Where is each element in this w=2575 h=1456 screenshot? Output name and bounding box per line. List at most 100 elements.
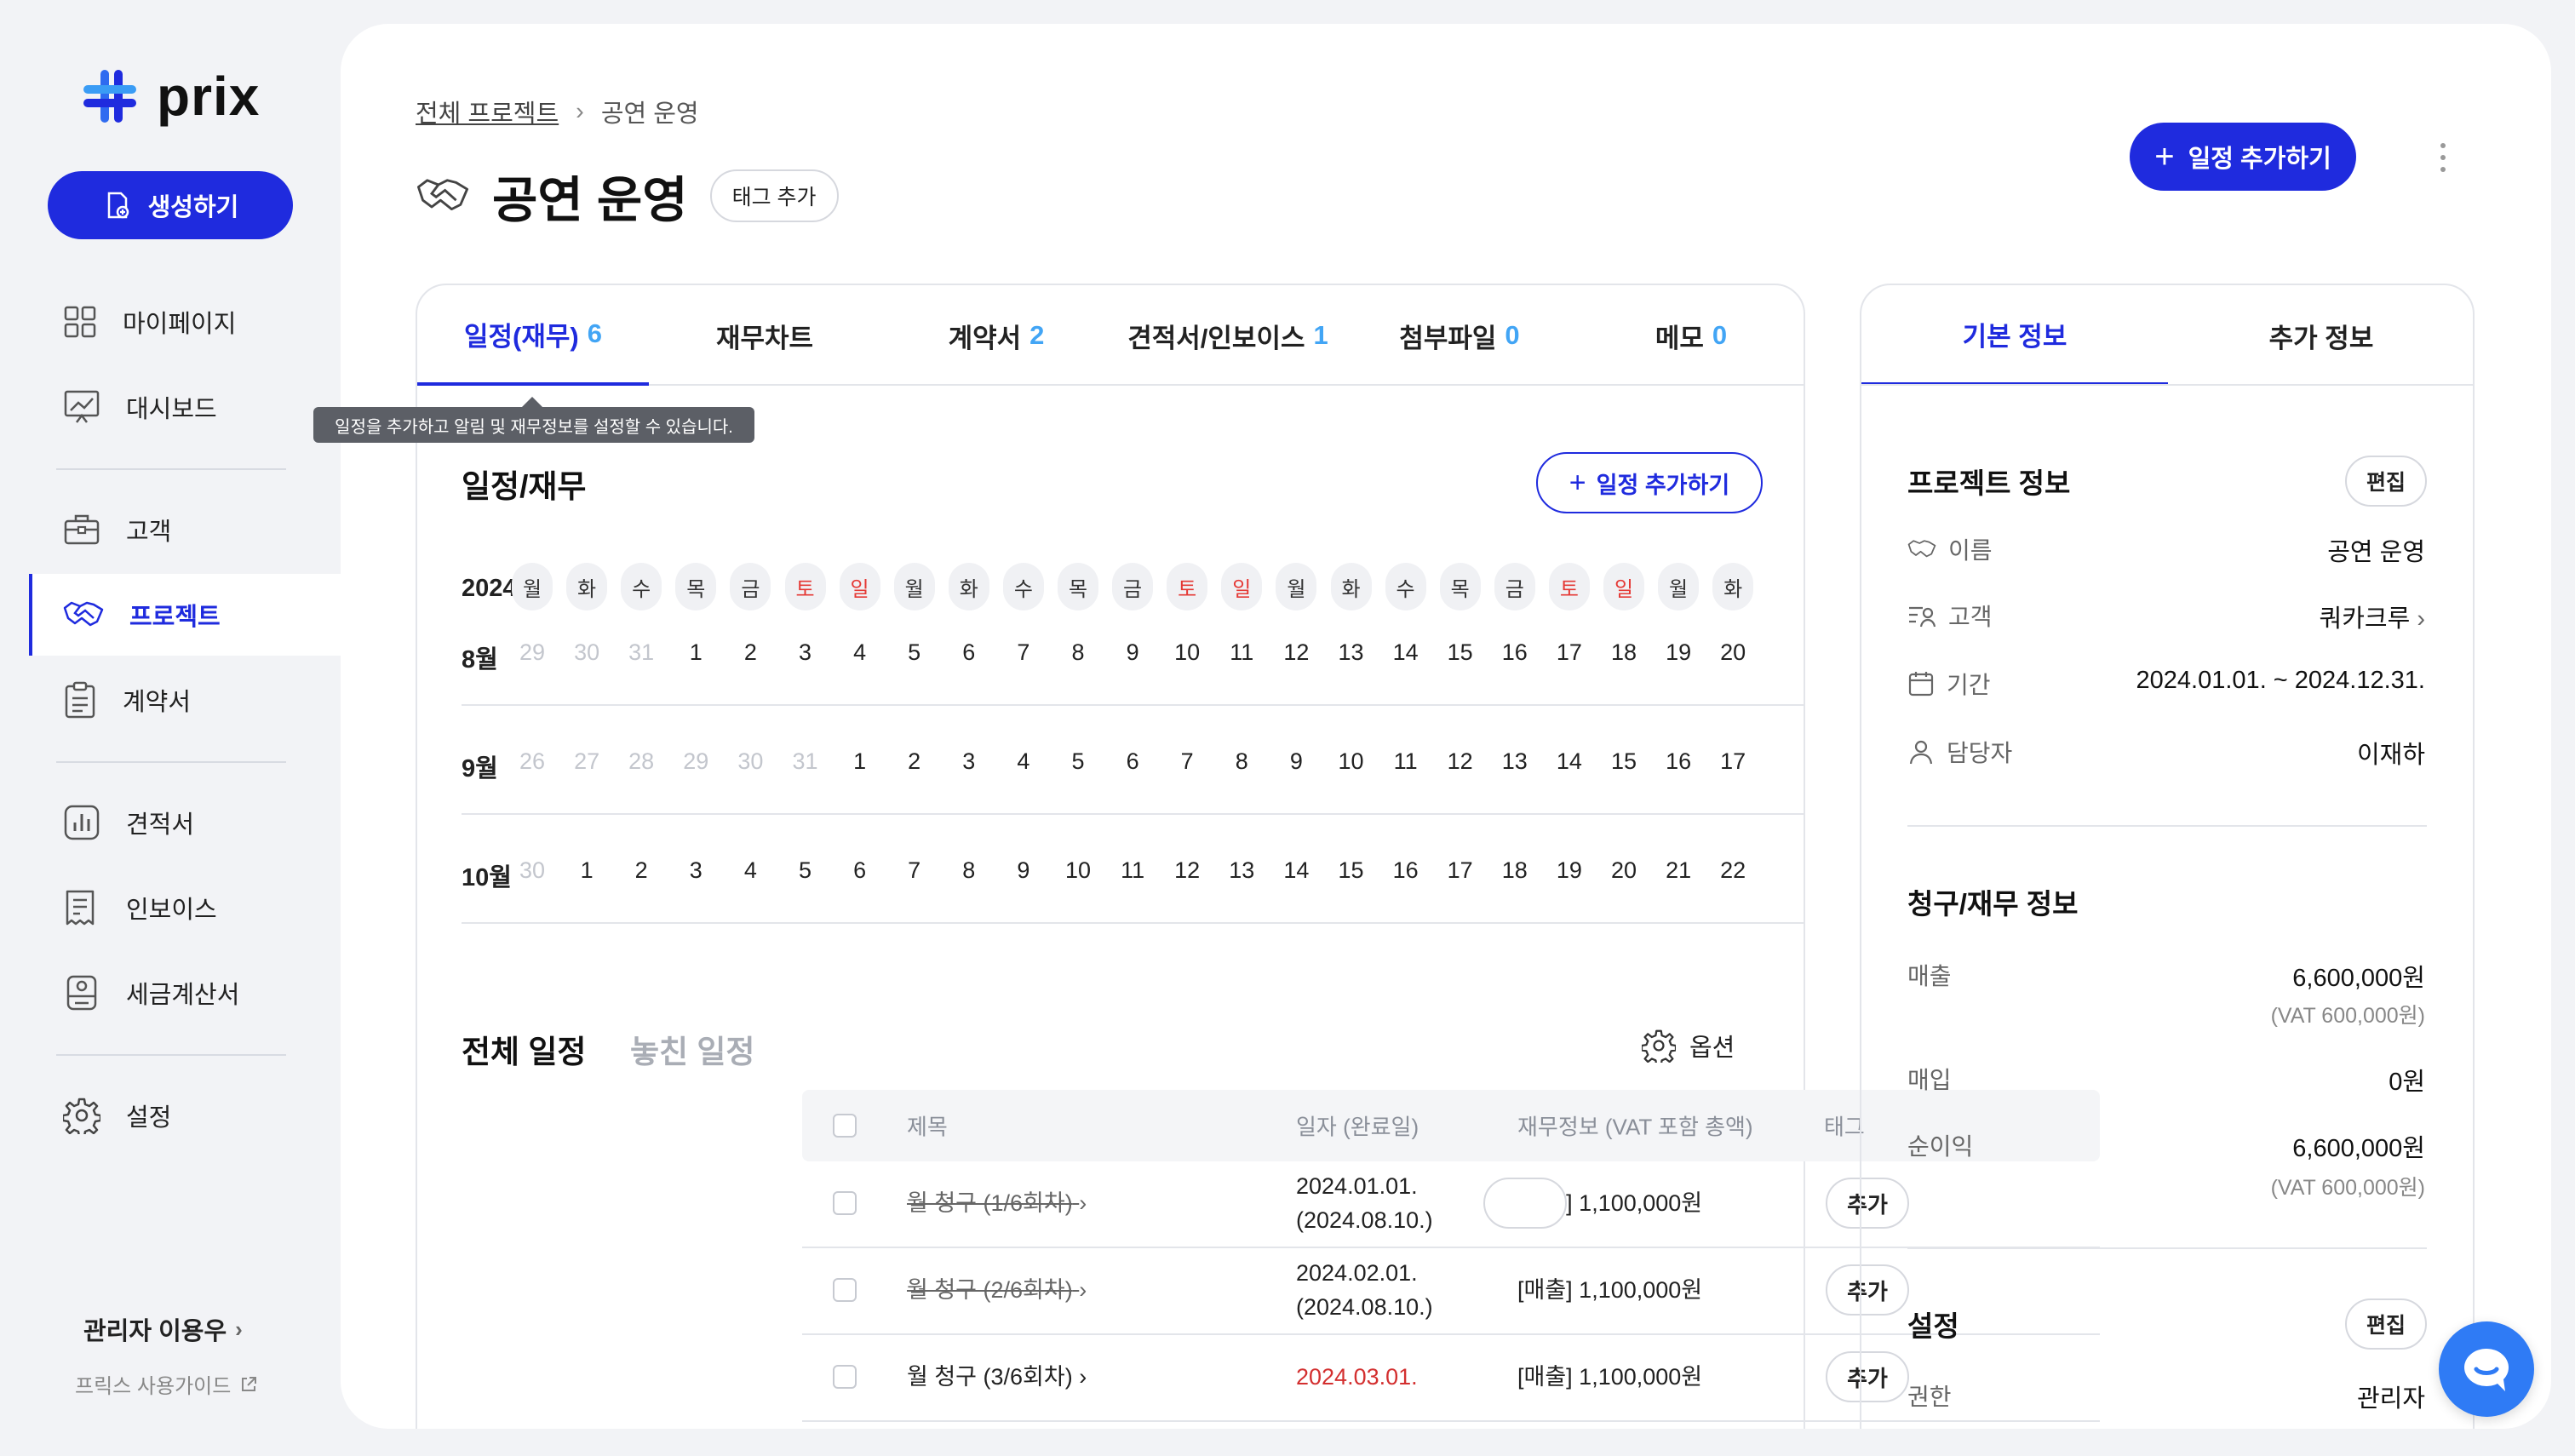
- calendar-day[interactable]: 20: [1603, 857, 1644, 884]
- calendar-day[interactable]: 2: [621, 857, 662, 884]
- add-schedule-outline-button[interactable]: + 일정 추가하기: [1536, 452, 1763, 513]
- edit-settings-button[interactable]: 편집: [2345, 1298, 2427, 1350]
- more-options-icon[interactable]: [2440, 143, 2446, 172]
- calendar-day[interactable]: 16: [1658, 748, 1699, 775]
- calendar-day[interactable]: 13: [1331, 639, 1372, 666]
- calendar-day[interactable]: 17: [1440, 857, 1481, 884]
- calendar-day[interactable]: 7: [1167, 748, 1207, 775]
- calendar-day[interactable]: 21: [1658, 857, 1699, 884]
- tab-all-schedules[interactable]: 전체 일정: [462, 1026, 586, 1072]
- calendar-day[interactable]: 6: [1112, 748, 1153, 775]
- user-guide-link[interactable]: 프릭스 사용가이드: [75, 1369, 258, 1399]
- tab-finance-chart[interactable]: 재무차트: [649, 285, 880, 386]
- calendar-day[interactable]: 18: [1603, 639, 1644, 666]
- calendar-day[interactable]: 13: [1494, 748, 1535, 775]
- calendar-day[interactable]: 11: [1385, 748, 1426, 775]
- sidebar-item-settings[interactable]: 설정: [29, 1075, 341, 1156]
- select-all-checkbox[interactable]: [833, 1114, 857, 1138]
- sidebar-item-clients[interactable]: 고객: [29, 489, 341, 570]
- sidebar-item-invoices[interactable]: 인보이스: [29, 867, 341, 949]
- calendar-day[interactable]: 7: [894, 857, 935, 884]
- calendar-day[interactable]: 4: [840, 639, 880, 666]
- calendar-day[interactable]: 17: [1549, 639, 1590, 666]
- calendar-day[interactable]: 1: [675, 639, 716, 666]
- client-value[interactable]: 쿼카크루 ›: [2320, 599, 2425, 634]
- tab-basic-info[interactable]: 기본 정보: [1861, 285, 2168, 386]
- calendar-day[interactable]: 16: [1385, 857, 1426, 884]
- calendar-day[interactable]: 8: [1221, 748, 1262, 775]
- add-schedule-button[interactable]: + 일정 추가하기: [2130, 123, 2356, 191]
- calendar-day[interactable]: 8: [949, 857, 989, 884]
- calendar-day[interactable]: 29: [675, 748, 716, 775]
- calendar-day[interactable]: 28: [621, 748, 662, 775]
- edit-project-button[interactable]: 편집: [2345, 456, 2427, 507]
- calendar-day[interactable]: 6: [840, 857, 880, 884]
- tab-estimates-invoices[interactable]: 견적서/인보이스 1: [1112, 285, 1344, 386]
- calendar-day[interactable]: 26: [512, 748, 553, 775]
- calendar-day[interactable]: 6: [949, 639, 989, 666]
- row-title[interactable]: 월 청구 (2/6회차) ›: [907, 1273, 1087, 1307]
- calendar-day[interactable]: 10: [1058, 857, 1098, 884]
- calendar-day[interactable]: 20: [1712, 639, 1753, 666]
- calendar-day[interactable]: 12: [1440, 748, 1481, 775]
- calendar-day[interactable]: 2: [894, 748, 935, 775]
- sidebar-item-mypage[interactable]: 마이페이지: [29, 281, 341, 363]
- calendar-day[interactable]: 15: [1331, 857, 1372, 884]
- calendar-day[interactable]: 30: [566, 639, 607, 666]
- calendar-day[interactable]: 9: [1003, 857, 1044, 884]
- calendar-day[interactable]: 17: [1712, 748, 1753, 775]
- calendar-day[interactable]: 10: [1167, 639, 1207, 666]
- calendar-day[interactable]: 19: [1658, 639, 1699, 666]
- calendar-day[interactable]: 8: [1058, 639, 1098, 666]
- create-button[interactable]: 생성하기: [48, 171, 293, 239]
- calendar-day[interactable]: 7: [1003, 639, 1044, 666]
- tab-schedule[interactable]: 일정(재무) 6: [417, 285, 649, 386]
- row-title[interactable]: 월 청구 (3/6회차) ›: [907, 1360, 1087, 1394]
- sidebar-item-tax-invoices[interactable]: 세금계산서: [29, 952, 341, 1034]
- calendar-day[interactable]: 9: [1112, 639, 1153, 666]
- calendar-day[interactable]: 4: [1003, 748, 1044, 775]
- calendar-day[interactable]: 11: [1221, 639, 1262, 666]
- calendar-day[interactable]: 31: [785, 748, 826, 775]
- sidebar-item-estimates[interactable]: 견적서: [29, 782, 341, 863]
- sidebar-item-projects[interactable]: 프로젝트: [29, 574, 341, 656]
- calendar-day[interactable]: 3: [949, 748, 989, 775]
- calendar-day[interactable]: 12: [1276, 639, 1316, 666]
- row-checkbox[interactable]: [833, 1365, 857, 1389]
- calendar-day[interactable]: 16: [1494, 639, 1535, 666]
- calendar-day[interactable]: 31: [621, 639, 662, 666]
- admin-user-menu[interactable]: 관리자 이용우 ›: [83, 1311, 243, 1347]
- calendar-day[interactable]: 1: [840, 748, 880, 775]
- tab-memo[interactable]: 메모 0: [1575, 285, 1804, 386]
- calendar-day[interactable]: 5: [1058, 748, 1098, 775]
- chat-support-button[interactable]: [2439, 1321, 2534, 1417]
- calendar-day[interactable]: 4: [730, 857, 771, 884]
- row-title[interactable]: 월 청구 (1/6회차) ›: [907, 1186, 1087, 1220]
- calendar-day[interactable]: 3: [785, 639, 826, 666]
- calendar-day[interactable]: 22: [1712, 857, 1753, 884]
- calendar-day[interactable]: 27: [566, 748, 607, 775]
- calendar-day[interactable]: 9: [1276, 748, 1316, 775]
- calendar-day[interactable]: 29: [512, 639, 553, 666]
- calendar-day[interactable]: 19: [1549, 857, 1590, 884]
- add-tag-button[interactable]: 태그 추가: [709, 169, 839, 222]
- options-button[interactable]: 옵션: [1642, 1028, 1735, 1063]
- sidebar-item-contracts[interactable]: 계약서: [29, 659, 341, 741]
- prix-logo[interactable]: prix: [82, 65, 260, 128]
- calendar-day[interactable]: 11: [1112, 857, 1153, 884]
- calendar-day[interactable]: 14: [1385, 639, 1426, 666]
- breadcrumb-root-link[interactable]: 전체 프로젝트: [416, 94, 559, 129]
- calendar-day[interactable]: 14: [1276, 857, 1316, 884]
- calendar-day[interactable]: 12: [1167, 857, 1207, 884]
- calendar-day[interactable]: 14: [1549, 748, 1590, 775]
- row-checkbox[interactable]: [833, 1191, 857, 1215]
- calendar-day[interactable]: 15: [1440, 639, 1481, 666]
- calendar-day[interactable]: 30: [730, 748, 771, 775]
- calendar-day[interactable]: 3: [675, 857, 716, 884]
- tab-contracts[interactable]: 계약서 2: [880, 285, 1112, 386]
- calendar-day[interactable]: 5: [785, 857, 826, 884]
- calendar-day[interactable]: 1: [566, 857, 607, 884]
- calendar-day[interactable]: 10: [1331, 748, 1372, 775]
- tab-extra-info[interactable]: 추가 정보: [2168, 285, 2473, 386]
- calendar-day[interactable]: 13: [1221, 857, 1262, 884]
